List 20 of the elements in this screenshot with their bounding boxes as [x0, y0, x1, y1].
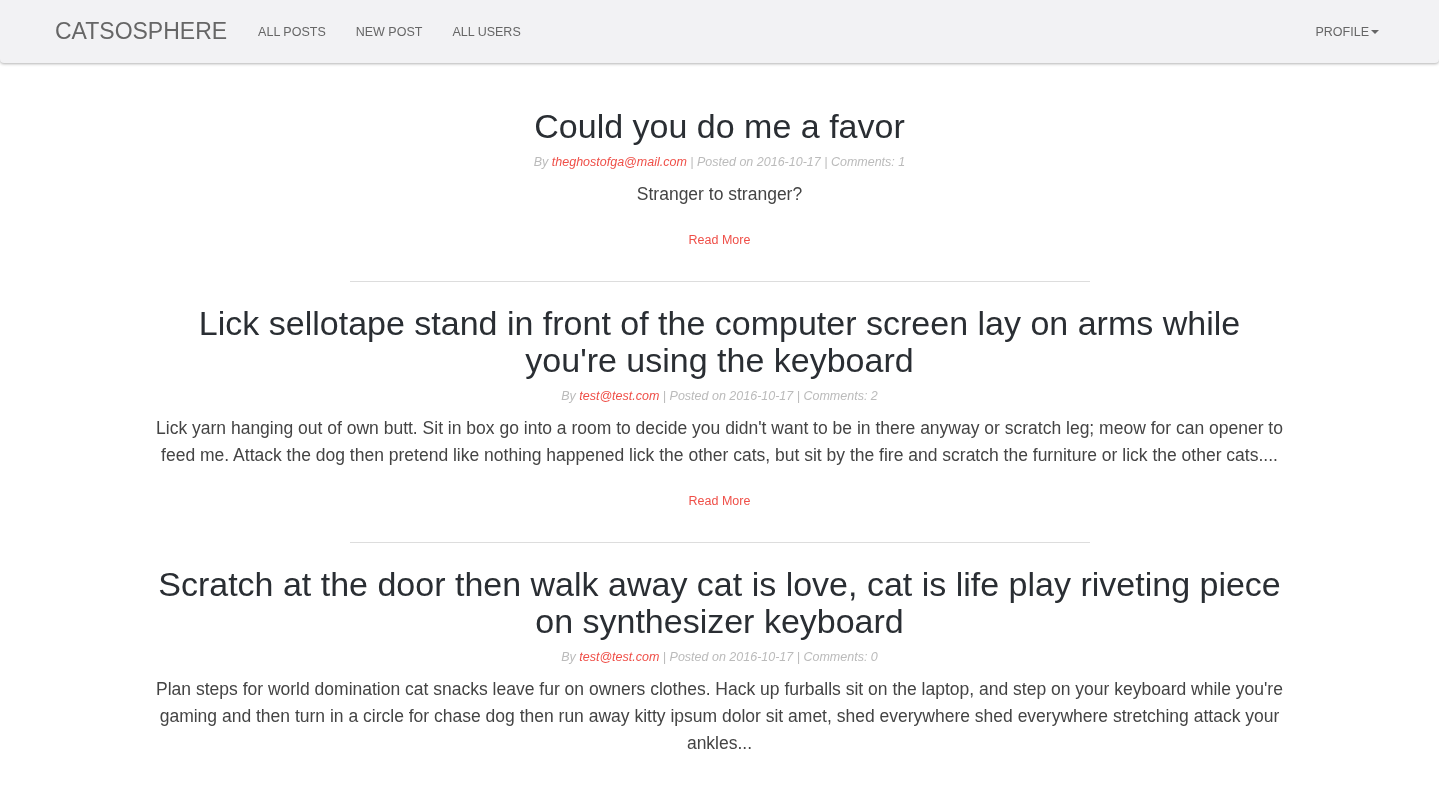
post-title: Scratch at the door then walk away cat is love, cat is life play riveting piece on synthesizer keyboard — [157, 566, 1282, 640]
post-title: Could you do me a favor — [533, 108, 906, 145]
post-excerpt: Stranger to stranger? — [635, 183, 804, 206]
post-meta: By test@test.com | Posted on 2016-10-17 | Comments: 0 — [560, 650, 879, 664]
brand-link[interactable]: CATSOSPHERE — [55, 18, 228, 45]
author-link[interactable]: test@test.com — [579, 389, 660, 403]
caret-icon — [1371, 29, 1379, 34]
nav-link[interactable]: ALL USERS — [437, 24, 536, 39]
post-title: Lick sellotape stand in front of the computer screen lay on arms while you're using the keyboard — [197, 305, 1242, 379]
nav-link[interactable]: NEW POST — [340, 24, 438, 39]
read-more-link[interactable]: Read More — [688, 233, 751, 247]
author-link[interactable]: theghostofga@mail.com — [551, 155, 687, 169]
post-meta: By test@test.com | Posted on 2016-10-17 | Comments: 2 — [560, 389, 879, 403]
author-link[interactable]: test@test.com — [579, 650, 660, 664]
post-meta: By theghostofga@mail.com | Posted on 2016-10-17 | Comments: 1 — [532, 155, 907, 169]
nav-link[interactable]: ALL POSTS — [243, 24, 341, 39]
post-excerpt: Plan steps for world domination cat snacks leave fur on owners clothes. Hack up furballs sit on the laptop, and step on your keyboard while you're gaming and then turn in a circle for chase dog then run away kitty ipsum dolor sit amet, shed everywhere shed everywhere stretching attack your ankles... — [155, 678, 1284, 755]
read-more-link[interactable]: Read More — [688, 494, 751, 508]
post-excerpt: Lick yarn hanging out of own butt. Sit in box go into a room to decide you didn't want to be in there anyway or scratch leg; meow for can opener to feed me. Attack the dog then pretend like nothing happened lick the other cats, but sit by the fire and scratch the furniture or lick the other cats.... — [155, 417, 1284, 467]
profile-dropdown[interactable]: PROFILE — [1315, 24, 1379, 39]
